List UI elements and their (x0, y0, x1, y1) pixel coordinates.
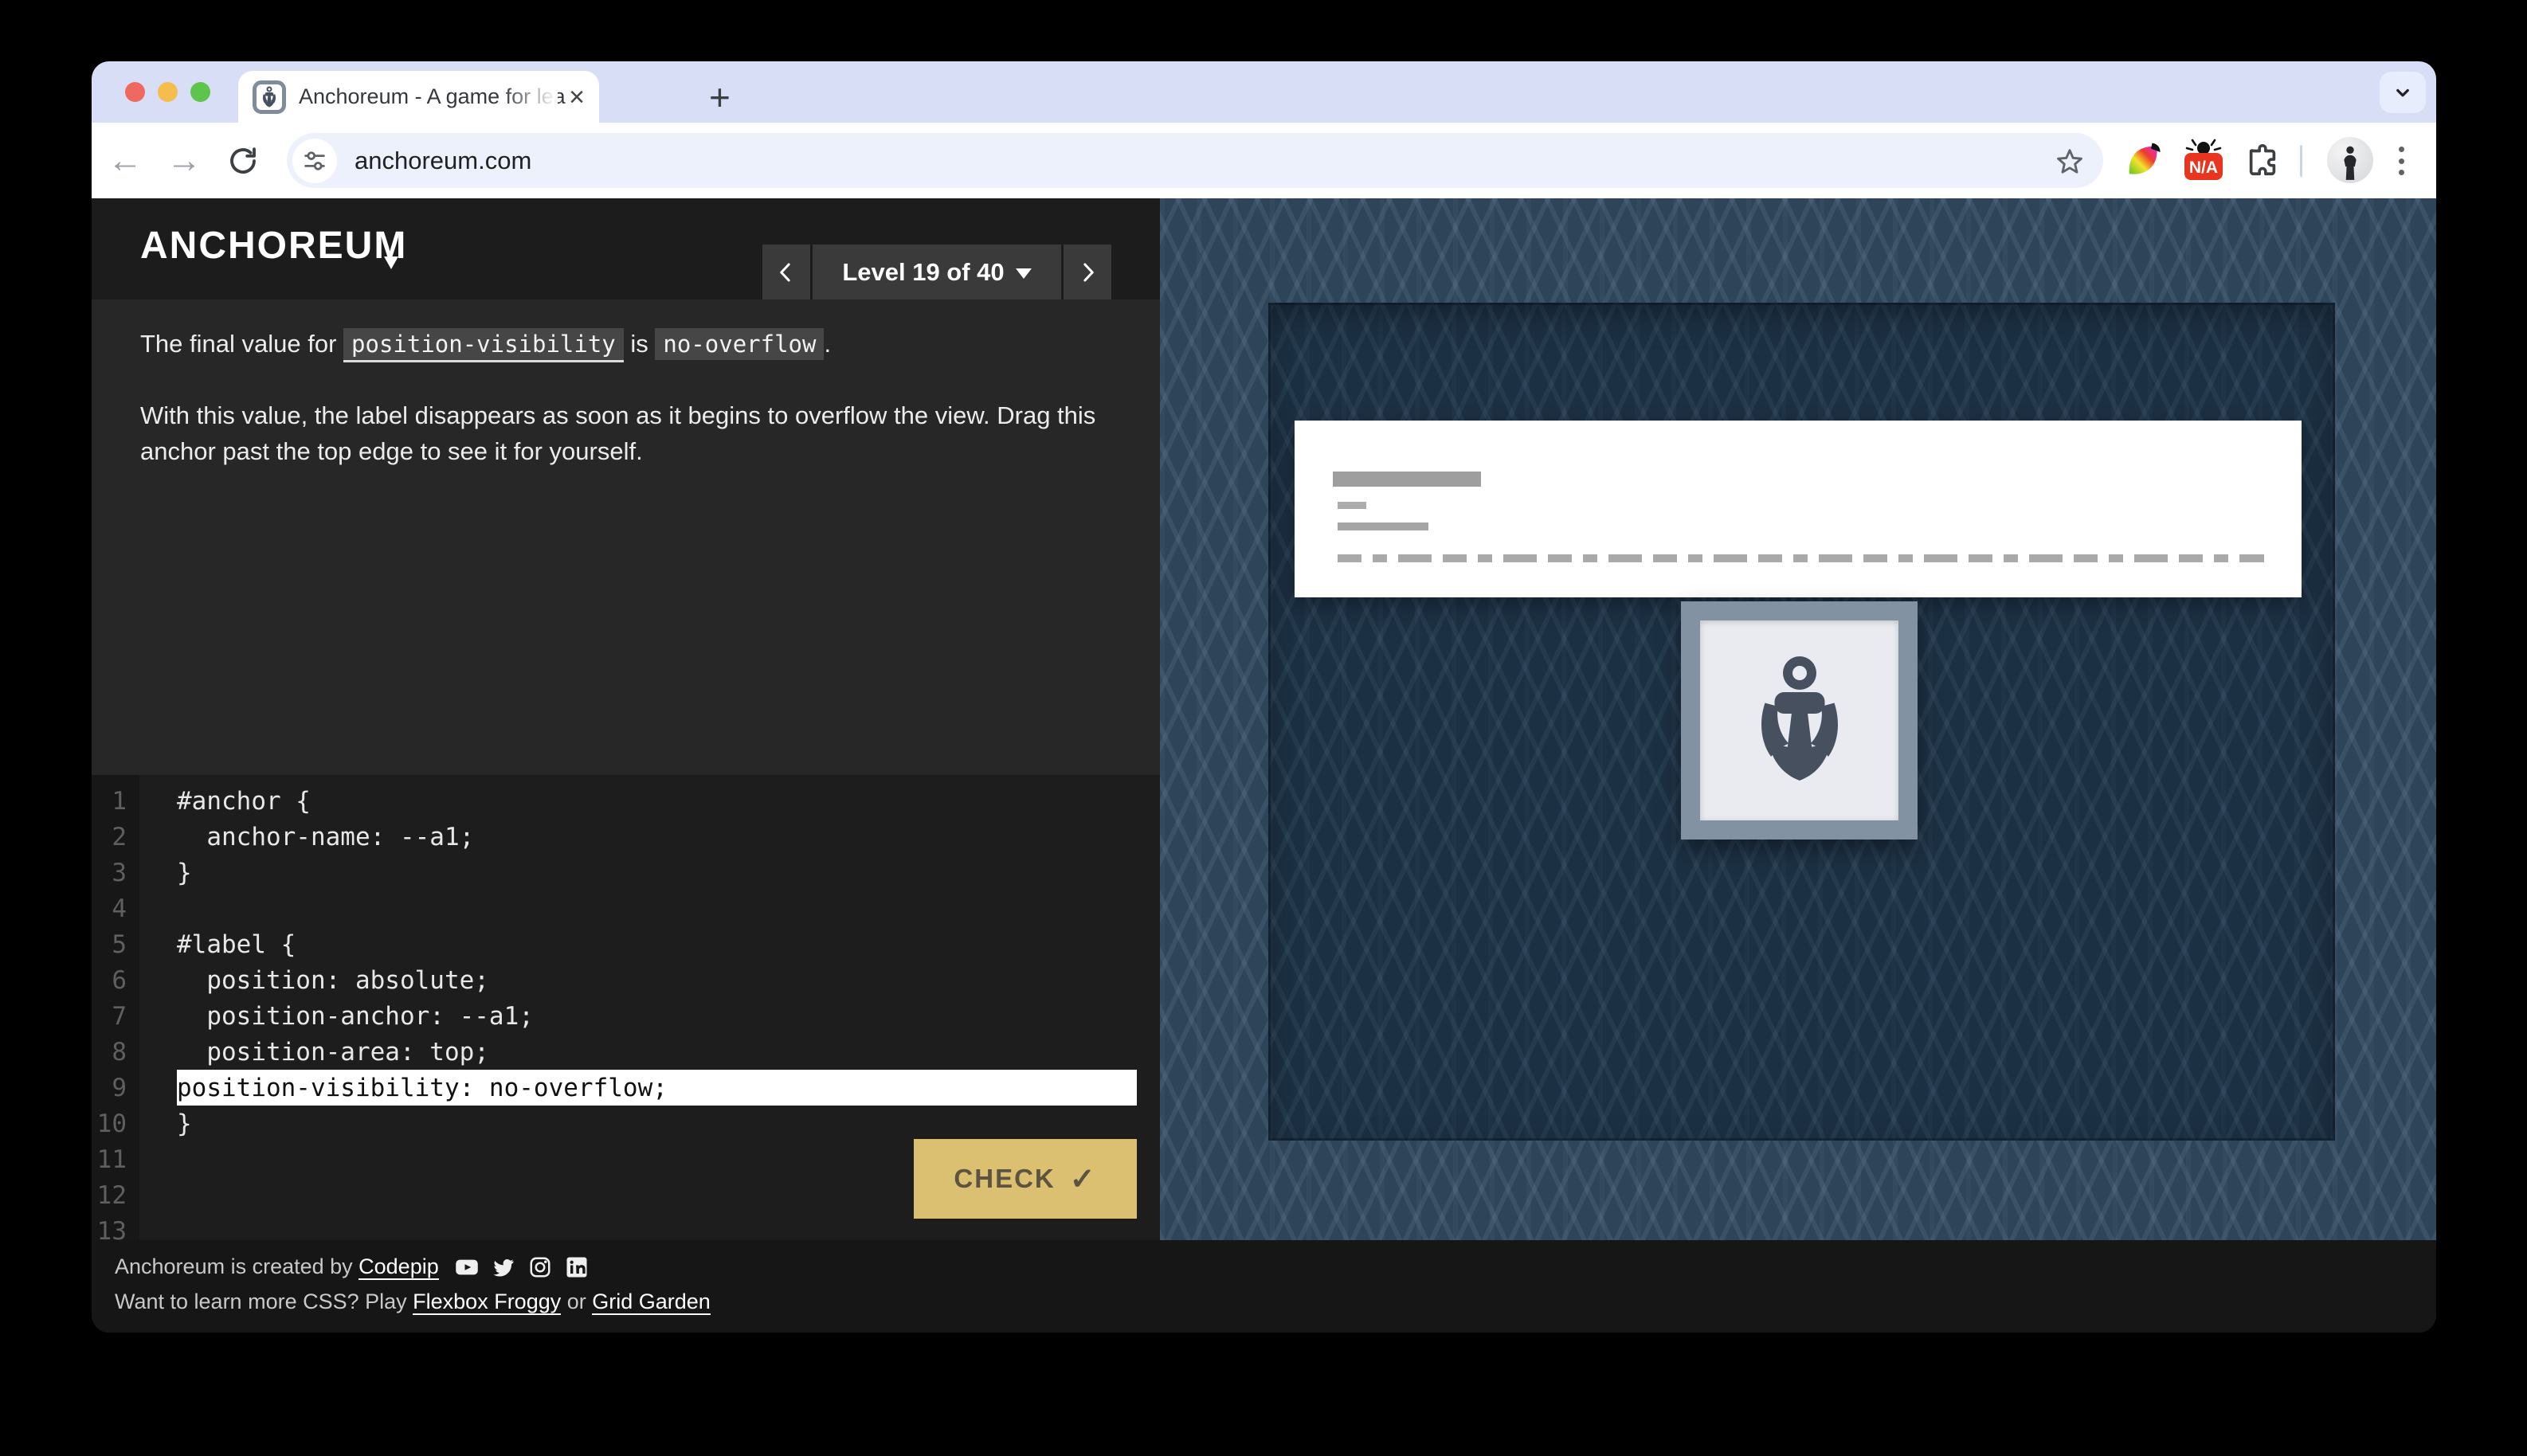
anchor-tile (1700, 620, 1898, 820)
next-level-button[interactable] (1064, 245, 1111, 299)
left-panel: ANCHOREUM Level 19 of 40 (92, 198, 1160, 1240)
extensions-menu-button[interactable] (2239, 137, 2286, 183)
twitter-icon[interactable] (492, 1255, 515, 1279)
bookmark-star-button[interactable] (2054, 145, 2086, 177)
extension-na-button[interactable]: N/A (2180, 137, 2227, 183)
screenshot-root: { "browser": { "tab_title": "Anchoreum -… (0, 0, 2527, 1456)
puzzle-icon (2244, 142, 2281, 178)
code-line: 3} (92, 855, 1160, 890)
code-editor: 1#anchor { 2 anchor-name: --a1; 3} 4 5#l… (92, 775, 1160, 1240)
extension-colorpicker-button[interactable] (2120, 137, 2166, 183)
code-line: 5#label { (92, 926, 1160, 962)
back-button[interactable]: ← (103, 123, 147, 198)
level-dropdown[interactable]: Level 19 of 40 (813, 245, 1061, 299)
game-header: ANCHOREUM Level 19 of 40 (92, 198, 1160, 299)
level-label: Level 19 of 40 (842, 258, 1004, 287)
label-element (1295, 421, 2302, 597)
new-tab-button[interactable]: + (709, 76, 731, 119)
instruction-paragraph-1: The final value for position-visibility … (140, 326, 1104, 362)
code-line: 7 position-anchor: --a1; (92, 998, 1160, 1034)
instruction-paragraph-2: With this value, the label disappears as… (140, 397, 1104, 469)
url-bar[interactable]: anchoreum.com (287, 133, 2103, 188)
toolbar-divider (2300, 145, 2302, 177)
level-instructions: The final value for position-visibility … (140, 326, 1104, 504)
star-icon (2054, 145, 2086, 177)
code-line: 4 (92, 890, 1160, 926)
tab-close-icon[interactable]: × (569, 84, 585, 111)
code-line: 2 anchor-name: --a1; (92, 819, 1160, 855)
footer-more-line: Want to learn more CSS? Play Flexbox Fro… (115, 1290, 711, 1314)
label-placeholder-dashes (1338, 554, 2264, 562)
check-icon: ✓ (1070, 1161, 1097, 1197)
anchor-icon (1740, 648, 1859, 793)
code-line: 1#anchor { (92, 783, 1160, 819)
forward-button[interactable]: → (162, 123, 206, 198)
site-footer: Anchoreum is created by Codepip (92, 1240, 2436, 1333)
minimize-window-button[interactable] (158, 82, 178, 102)
check-button[interactable]: CHECK✓ (914, 1139, 1137, 1219)
site-settings-button[interactable] (292, 139, 337, 183)
flexbox-froggy-link[interactable]: Flexbox Froggy (413, 1290, 561, 1315)
code-line: 8 position-area: top; (92, 1034, 1160, 1070)
level-navigation: Level 19 of 40 (762, 245, 1111, 299)
codepip-link[interactable]: Codepip (358, 1254, 439, 1280)
tab-strip: Anchoreum - A game for learn × + (92, 61, 2436, 123)
browser-window: Anchoreum - A game for learn × + ← → (92, 61, 2436, 1333)
tune-icon (301, 147, 328, 174)
anchoreum-favicon-icon (253, 80, 286, 114)
game-scene (1160, 198, 2436, 1240)
code-line-input-row: 9position-visibility: no-overflow; (92, 1070, 1160, 1106)
reload-icon (226, 144, 260, 178)
tab-search-button[interactable] (2380, 72, 2426, 113)
previous-level-button[interactable] (762, 245, 810, 299)
zoom-window-button[interactable] (190, 82, 210, 102)
footer-credit-line: Anchoreum is created by Codepip (115, 1254, 589, 1279)
tab-title-fade (502, 79, 558, 117)
na-badge-icon: N/A (2183, 137, 2224, 183)
grid-garden-link[interactable]: Grid Garden (592, 1290, 711, 1315)
chevron-right-icon (1075, 259, 1099, 286)
overflow-view-container (1268, 303, 2335, 1141)
social-links (455, 1255, 589, 1279)
instagram-icon[interactable] (528, 1255, 552, 1279)
url-text[interactable]: anchoreum.com (355, 147, 2054, 175)
browser-tab[interactable]: Anchoreum - A game for learn × (238, 71, 599, 123)
linkedin-icon[interactable] (565, 1255, 589, 1279)
code-answer-input[interactable]: position-visibility: no-overflow; (177, 1070, 1137, 1106)
browser-menu-button[interactable] (2391, 142, 2411, 180)
logo-anchor-accent (384, 256, 398, 269)
caret-down-icon (1016, 268, 1032, 279)
code-term-no-overflow: no-overflow (655, 328, 824, 360)
code-line: 6 position: absolute; (92, 962, 1160, 998)
close-window-button[interactable] (125, 82, 145, 102)
svg-text:N/A: N/A (2189, 159, 2218, 177)
anchoreum-logo: ANCHOREUM (140, 224, 421, 268)
feather-icon (2125, 142, 2161, 178)
person-icon (2337, 143, 2364, 183)
chevron-down-icon (2391, 80, 2415, 104)
chevron-left-icon (774, 259, 798, 286)
label-placeholder-line-1 (1338, 502, 1366, 509)
label-placeholder-title (1333, 472, 1481, 487)
browser-toolbar: ← → anchoreum.com (92, 123, 2436, 198)
youtube-icon[interactable] (455, 1255, 479, 1279)
draggable-anchor-element[interactable] (1681, 601, 1918, 840)
window-controls (125, 82, 210, 102)
reload-button[interactable] (221, 123, 265, 198)
profile-avatar[interactable] (2327, 137, 2373, 183)
label-placeholder-line-2 (1338, 523, 1428, 530)
code-term-position-visibility[interactable]: position-visibility (343, 328, 624, 362)
code-line: 10} (92, 1106, 1160, 1141)
